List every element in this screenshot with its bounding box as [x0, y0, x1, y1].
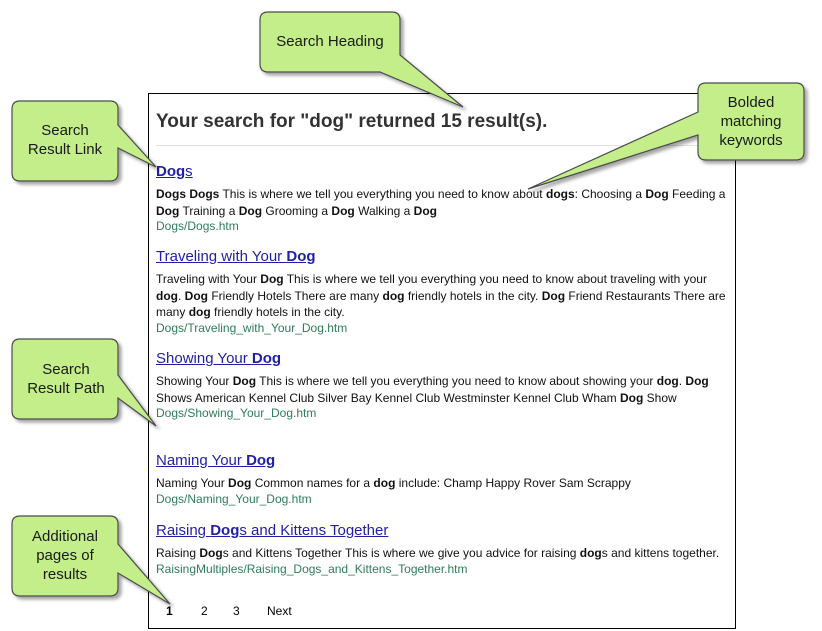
next-page-link[interactable]: Next: [267, 604, 292, 618]
text-run: Walking a: [354, 203, 414, 218]
text-run: Feeding a: [668, 187, 726, 201]
text-run: s and kittens together.: [601, 546, 720, 560]
matched-keyword: Dog: [156, 163, 186, 180]
matched-keyword: dog: [156, 288, 178, 303]
result-snippet: Naming Your Dog Common names for a dog i…: [156, 475, 731, 492]
result-snippet: Raising Dogs and Kittens Together This i…: [156, 545, 731, 562]
text-run: Raising: [156, 546, 200, 560]
text-run: Friendly Hotels There are many: [208, 288, 383, 303]
text-run: friendly hotels in the city.: [210, 305, 345, 319]
matched-keyword: Dog: [246, 452, 276, 469]
text-run: .: [178, 288, 185, 303]
matched-keyword: Dog: [620, 390, 644, 405]
matched-keyword: Dog: [645, 187, 669, 201]
page-1-current: 1: [166, 604, 173, 618]
text-run: Traveling with Your: [156, 272, 261, 286]
matched-keyword: Dog: [413, 203, 437, 218]
callout-search-heading: Search Heading: [276, 33, 384, 50]
search-result: Raising Dogs and Kittens Together Raisin…: [156, 521, 731, 577]
result-snippet: Dogs Dogs This is where we tell you ever…: [156, 186, 731, 219]
matched-keyword: Dog: [260, 272, 284, 286]
matched-keyword: dog: [188, 305, 211, 319]
matched-keyword: Dog: [184, 288, 208, 303]
text-run: friendly hotels in the city.: [404, 288, 542, 303]
matched-keyword: Dog: [251, 350, 282, 367]
search-result: Naming Your Dog Naming Your Dog Common n…: [156, 451, 731, 507]
text-run: s and Kittens Together This is where we …: [222, 546, 580, 560]
text-run: Common names for a: [251, 476, 374, 490]
text-run: Naming Your: [156, 476, 229, 490]
text-run: Traveling with Your: [156, 248, 287, 265]
result-path: Dogs/Naming_Your_Dog.htm: [156, 491, 312, 506]
result-link[interactable]: Traveling with Your Dog: [156, 247, 731, 266]
matched-keyword: Dog: [685, 374, 709, 388]
matched-keyword: Dog: [210, 522, 240, 539]
text-run: Naming Your: [156, 452, 247, 469]
search-result: Dogs Dogs Dogs This is where we tell you…: [156, 162, 731, 234]
matched-keyword: dogs: [545, 187, 575, 201]
text-run: Shows American Kennel Club Silver Bay Ke…: [156, 390, 620, 405]
matched-keyword: Dog: [541, 288, 566, 303]
result-link[interactable]: Naming Your Dog: [156, 451, 731, 470]
matched-keyword: dog: [579, 546, 602, 560]
text-run: This is where we tell you everything you…: [256, 374, 657, 388]
text-run: include: Champ Happy Rover Sam Scrappy: [395, 476, 631, 490]
matched-keyword: Dog: [286, 248, 316, 265]
callout-result-path: Search Result Path: [27, 361, 105, 397]
text-run: Show: [643, 390, 677, 405]
result-link[interactable]: Showing Your Dog: [156, 349, 731, 368]
matched-keyword: Dog: [238, 203, 263, 218]
text-run: Showing Your: [156, 350, 252, 367]
callout-result-link: Search Result Link: [27, 122, 103, 158]
text-run: Showing Your: [156, 374, 233, 388]
text-run: : Choosing a: [574, 187, 646, 201]
matched-keyword: Dog: [232, 374, 257, 388]
matched-keyword: Dog: [228, 476, 252, 490]
matched-keyword: dog: [382, 288, 405, 303]
matched-keyword: dog: [373, 476, 396, 490]
result-path: Dogs/Dogs.htm: [156, 219, 239, 233]
result-path: Dogs/Showing_Your_Dog.htm: [156, 406, 317, 420]
result-snippet: Traveling with Your Dog This is where we…: [156, 271, 731, 321]
text-run: s: [185, 163, 193, 180]
heading-divider: [156, 145, 728, 146]
result-path: RaisingMultiples/Raising_Dogs_and_Kitten…: [156, 561, 468, 576]
text-run: This is where we tell you everything you…: [283, 272, 707, 286]
search-result: Traveling with Your Dog Traveling with Y…: [156, 247, 731, 336]
matched-keyword: dog: [656, 374, 679, 388]
matched-keyword: Dogs Dogs: [156, 187, 220, 201]
matched-keyword: Dog: [199, 546, 223, 560]
result-link[interactable]: Dogs: [156, 162, 731, 181]
callout-additional-pages: Additional pages of results: [32, 528, 98, 583]
text-run: This is where we tell you everything you…: [219, 187, 546, 201]
page-2-link[interactable]: 2: [201, 604, 208, 618]
result-snippet: Showing Your Dog This is where we tell y…: [156, 373, 731, 406]
callout-bolded-keywords: Bolded matching keywords: [719, 94, 783, 149]
text-run: Raising: [156, 522, 211, 539]
text-run: s and Kittens Together: [239, 522, 389, 539]
matched-keyword: Dog: [156, 203, 180, 218]
result-link[interactable]: Raising Dogs and Kittens Together: [156, 521, 731, 540]
matched-keyword: Dog: [331, 203, 355, 218]
search-heading: Your search for "dog" returned 15 result…: [156, 111, 548, 132]
page-3-link[interactable]: 3: [233, 604, 240, 618]
text-run: Training a: [179, 203, 239, 218]
result-path: Dogs/Traveling_with_Your_Dog.htm: [156, 320, 348, 335]
text-run: Grooming a: [262, 203, 332, 218]
search-result: Showing Your Dog Showing Your Dog This i…: [156, 349, 731, 421]
